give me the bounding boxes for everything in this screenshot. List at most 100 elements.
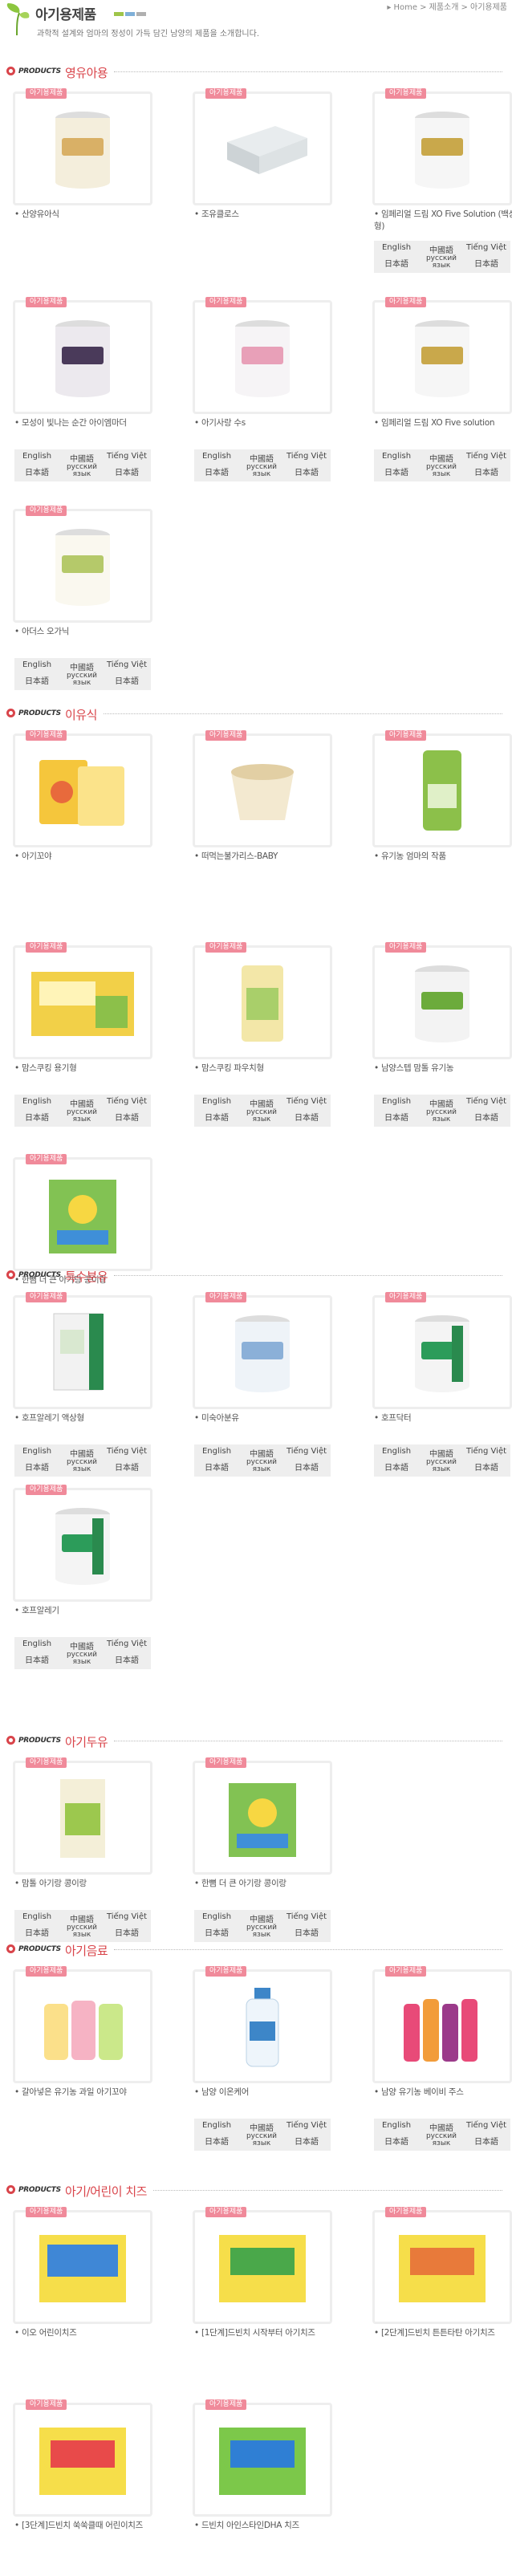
product-name[interactable]: 호프알레기: [14, 1605, 157, 1617]
lang-chinese[interactable]: 中國語: [419, 243, 464, 255]
lang-chinese[interactable]: 中國語: [239, 2121, 284, 2133]
product-name[interactable]: 모성이 빛나는 순간 아이엠마더: [14, 417, 157, 429]
lang-chinese[interactable]: 中國語: [59, 1912, 104, 1924]
lang-english[interactable]: English: [374, 2121, 419, 2130]
lang-korean-icon[interactable]: 日本語: [194, 1926, 239, 1938]
product-name[interactable]: 유기농 엄마의 작품: [374, 851, 512, 863]
product-image[interactable]: [13, 2210, 152, 2324]
lang-korean-icon[interactable]: 日本語: [14, 1653, 59, 1665]
product-image[interactable]: [372, 2210, 512, 2324]
lang-japanese[interactable]: 日本語: [284, 1111, 329, 1123]
lang-chinese[interactable]: 中國語: [419, 1097, 464, 1109]
lang-korean-icon[interactable]: 日本語: [194, 465, 239, 477]
product-name[interactable]: [3단계]드빈치 쑥쑥클때 어린이치즈: [14, 2520, 157, 2532]
lang-korean-icon[interactable]: 日本語: [14, 674, 59, 686]
product-name[interactable]: 호프알레기 액상형: [14, 1412, 157, 1424]
product-name[interactable]: 미숙아분유: [194, 1412, 337, 1424]
lang-russian[interactable]: русский язык: [59, 672, 104, 687]
lang-russian[interactable]: русский язык: [59, 1459, 104, 1473]
lang-japanese[interactable]: 日本語: [284, 465, 329, 477]
lang-japanese[interactable]: 日本語: [104, 1653, 149, 1665]
lang-english[interactable]: English: [194, 1097, 239, 1106]
lang-english[interactable]: English: [194, 1912, 239, 1921]
lang-vietnamese[interactable]: Tiếng Việt: [104, 1912, 149, 1921]
product-name[interactable]: 드빈치 아인스타인DHA 치즈: [194, 2520, 337, 2532]
product-name[interactable]: 아기꼬야: [14, 851, 157, 863]
lang-japanese[interactable]: 日本語: [464, 257, 509, 269]
lang-japanese[interactable]: 日本語: [464, 1461, 509, 1473]
product-name[interactable]: 맘스쿠킹 용기형: [14, 1062, 157, 1075]
product-image[interactable]: [372, 733, 512, 847]
lang-chinese[interactable]: 中國語: [419, 2121, 464, 2133]
product-image[interactable]: [372, 1295, 512, 1409]
lang-korean-icon[interactable]: 日本語: [14, 1461, 59, 1473]
lang-english[interactable]: English: [374, 1097, 419, 1106]
product-image[interactable]: [193, 733, 332, 847]
lang-russian[interactable]: русский язык: [419, 2133, 464, 2147]
lang-korean-icon[interactable]: 日本語: [194, 2135, 239, 2147]
lang-english[interactable]: English: [14, 660, 59, 669]
product-image[interactable]: [193, 2210, 332, 2324]
lang-chinese[interactable]: 中國語: [239, 1912, 284, 1924]
product-name[interactable]: 맘스쿠킹 파우치형: [194, 1062, 337, 1075]
product-name[interactable]: 맘톨 아기랑 콩이랑: [14, 1878, 157, 1890]
lang-english[interactable]: English: [14, 1097, 59, 1106]
product-name[interactable]: 임페리얼 드림 XO Five solution: [374, 417, 512, 429]
product-image[interactable]: [372, 1969, 512, 2083]
lang-japanese[interactable]: 日本語: [104, 1111, 149, 1123]
product-name[interactable]: 남양스텝 맘톨 유기농: [374, 1062, 512, 1075]
lang-vietnamese[interactable]: Tiếng Việt: [464, 243, 509, 252]
product-image[interactable]: [193, 1295, 332, 1409]
lang-korean-icon[interactable]: 日本語: [14, 1111, 59, 1123]
lang-vietnamese[interactable]: Tiếng Việt: [464, 1447, 509, 1456]
product-image[interactable]: [13, 91, 152, 205]
product-name[interactable]: [1단계]드빈치 시작부터 아기치즈: [194, 2327, 337, 2339]
lang-chinese[interactable]: 中國語: [59, 1447, 104, 1459]
lang-korean-icon[interactable]: 日本語: [194, 1111, 239, 1123]
lang-vietnamese[interactable]: Tiếng Việt: [284, 452, 329, 461]
lang-korean-icon[interactable]: 日本語: [194, 1461, 239, 1473]
lang-russian[interactable]: русский язык: [239, 1459, 284, 1473]
product-image[interactable]: [13, 1157, 152, 1271]
product-image[interactable]: [13, 2403, 152, 2517]
product-image[interactable]: [372, 300, 512, 414]
lang-english[interactable]: English: [194, 2121, 239, 2130]
lang-chinese[interactable]: 中國語: [59, 660, 104, 672]
product-image[interactable]: [13, 1295, 152, 1409]
product-image[interactable]: [193, 1761, 332, 1875]
product-name[interactable]: 이오 어린이치즈: [14, 2327, 157, 2339]
lang-russian[interactable]: русский язык: [59, 1924, 104, 1939]
breadcrumb-home[interactable]: ▸ Home: [387, 3, 417, 12]
lang-vietnamese[interactable]: Tiếng Việt: [284, 1447, 329, 1456]
lang-korean-icon[interactable]: 日本語: [374, 257, 419, 269]
lang-vietnamese[interactable]: Tiếng Việt: [464, 452, 509, 461]
lang-japanese[interactable]: 日本語: [104, 674, 149, 686]
product-image[interactable]: [13, 300, 152, 414]
product-image[interactable]: [193, 91, 332, 205]
lang-russian[interactable]: русский язык: [419, 1459, 464, 1473]
product-name[interactable]: 조유클로스: [194, 209, 337, 221]
lang-russian[interactable]: русский язык: [239, 2133, 284, 2147]
lang-korean-icon[interactable]: 日本語: [374, 1461, 419, 1473]
breadcrumb-current[interactable]: > 아기용제품: [461, 3, 507, 12]
product-image[interactable]: [372, 91, 512, 205]
lang-english[interactable]: English: [194, 1447, 239, 1456]
lang-vietnamese[interactable]: Tiếng Việt: [104, 660, 149, 669]
lang-english[interactable]: English: [14, 452, 59, 461]
lang-vietnamese[interactable]: Tiếng Việt: [284, 1912, 329, 1921]
lang-russian[interactable]: русский язык: [59, 1109, 104, 1123]
product-name[interactable]: 아더스 오가닉: [14, 626, 157, 638]
lang-chinese[interactable]: 中國語: [239, 1447, 284, 1459]
product-name[interactable]: 남양 이온케어: [194, 2086, 337, 2099]
product-name[interactable]: 임페리얼 드림 XO Five Solution (백상형): [374, 209, 512, 233]
lang-japanese[interactable]: 日本語: [284, 2135, 329, 2147]
product-image[interactable]: [372, 945, 512, 1059]
lang-english[interactable]: English: [374, 243, 419, 252]
lang-english[interactable]: English: [14, 1639, 59, 1648]
lang-korean-icon[interactable]: 日本語: [14, 465, 59, 477]
lang-vietnamese[interactable]: Tiếng Việt: [104, 1447, 149, 1456]
product-image[interactable]: [13, 1488, 152, 1602]
lang-japanese[interactable]: 日本語: [284, 1926, 329, 1938]
product-name[interactable]: 호프닥터: [374, 1412, 512, 1424]
lang-vietnamese[interactable]: Tiếng Việt: [104, 452, 149, 461]
